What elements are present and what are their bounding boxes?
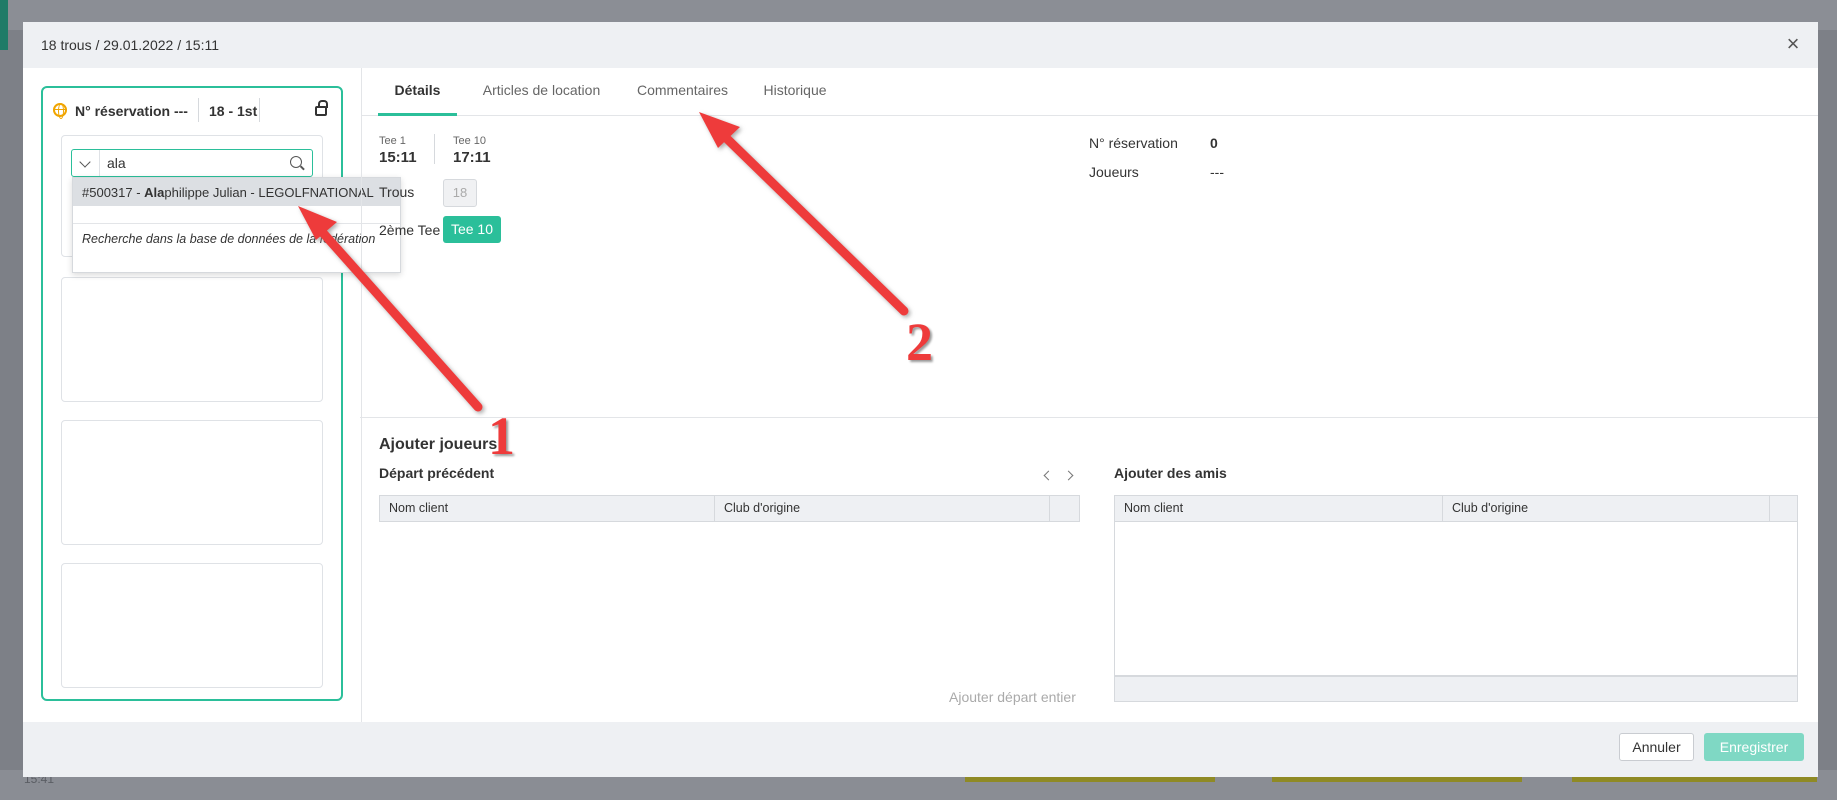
reservation-number: N° réservation --- [75, 103, 188, 119]
tab-comments[interactable]: Commentaires [630, 68, 735, 116]
previous-departure-title: Départ précédent [379, 465, 495, 481]
table-header: Nom client Club d'origine [379, 495, 1080, 522]
booking-modal: 18 trous / 29.01.2022 / 15:11 × N° réser… [23, 22, 1818, 777]
modal-footer [23, 722, 1818, 777]
column-header[interactable]: Club d'origine [715, 496, 1050, 521]
column-header[interactable]: Nom client [1115, 496, 1443, 521]
background-accent [0, 0, 8, 50]
result-id: #500317 - [82, 185, 145, 200]
panel-divider [361, 68, 362, 722]
tab-rental-items[interactable]: Articles de location [474, 68, 609, 116]
table-footer [1114, 676, 1798, 702]
chevron-down-icon[interactable] [79, 156, 91, 168]
booking-card-header: N° réservation --- 18 - 1st [43, 88, 341, 130]
holes-value: 18 [443, 179, 477, 207]
player-slot[interactable] [61, 420, 323, 545]
holes-label: Trous [379, 184, 415, 200]
save-button[interactable]: Enregistrer [1704, 733, 1804, 761]
tee10-time: 17:11 [453, 149, 491, 166]
annotation-label-2: 2 [906, 312, 933, 372]
table-header: Nom client Club d'origine [1114, 495, 1798, 522]
reservation-value: 0 [1210, 135, 1218, 151]
player-slot[interactable] [61, 277, 323, 402]
tee10-label: Tee 10 [453, 135, 487, 147]
chevron-right-icon[interactable] [1063, 470, 1074, 481]
second-tee-label: 2ème Tee [379, 222, 441, 238]
divider [434, 134, 435, 164]
search-icon[interactable] [290, 156, 302, 168]
add-friends-title: Ajouter des amis [1114, 465, 1227, 481]
modal-title: 18 trous / 29.01.2022 / 15:11 [41, 37, 219, 53]
cancel-button[interactable]: Annuler [1619, 733, 1694, 761]
dropdown-spacer [73, 206, 400, 224]
search-result-item[interactable]: #500317 - Alaphilippe Julian - LEGOLFNAT… [73, 178, 400, 206]
divider [259, 98, 260, 122]
section-divider [360, 417, 1818, 418]
second-tee-button[interactable]: Tee 10 [443, 216, 501, 243]
player-search-input[interactable] [107, 154, 277, 172]
player-slot[interactable] [61, 563, 323, 688]
result-match: Ala [144, 185, 165, 200]
search-results-dropdown: #500317 - Alaphilippe Julian - LEGOLFNAT… [72, 177, 401, 273]
unlock-icon[interactable] [315, 100, 328, 116]
tee1-time: 15:11 [379, 149, 417, 166]
annotation-label-1: 1 [488, 406, 515, 466]
column-header[interactable]: Club d'origine [1443, 496, 1770, 521]
chevron-left-icon[interactable] [1043, 470, 1054, 481]
players-value: --- [1210, 164, 1224, 180]
tee1-label: Tee 1 [379, 135, 406, 147]
divider [99, 150, 100, 176]
column-header[interactable]: Nom client [380, 496, 715, 521]
holes-badge: 18 - 1st [209, 103, 258, 119]
add-players-title: Ajouter joueurs [379, 436, 498, 453]
player-search-field[interactable] [71, 149, 313, 177]
tab-history[interactable]: Historique [755, 68, 835, 116]
close-icon[interactable]: × [1782, 33, 1804, 56]
table-body [1114, 522, 1798, 676]
players-label: Joueurs [1089, 164, 1139, 180]
add-full-departure-link[interactable]: Ajouter départ entier [949, 689, 1076, 705]
reservation-label: N° réservation [1089, 135, 1178, 151]
divider [198, 98, 199, 122]
globe-icon [53, 103, 67, 119]
federation-search-option[interactable]: Recherche dans la base de données de la … [73, 224, 400, 252]
modal-header: 18 trous / 29.01.2022 / 15:11 × [23, 22, 1818, 68]
tab-details[interactable]: Détails [378, 68, 457, 116]
result-name: philippe Julian - LEGOLFNATIONAL [164, 185, 374, 200]
tab-bar: Détails Articles de location Commentaire… [362, 68, 1818, 116]
